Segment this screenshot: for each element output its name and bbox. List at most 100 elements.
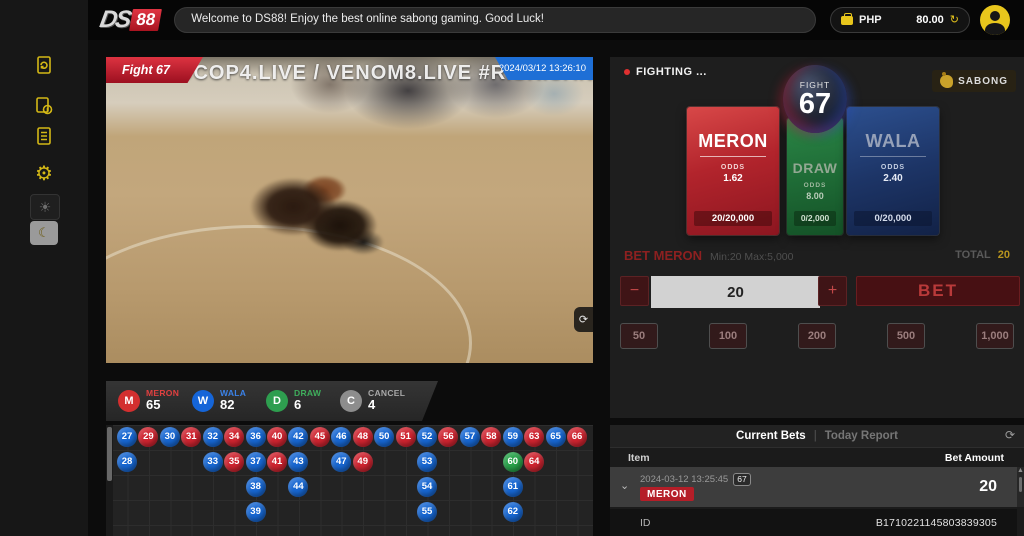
meron-count-value: 65 [146,398,179,413]
avatar-body-shape [985,23,1005,35]
results-summary: M MERON 65 W WALA 82 D DRAW 6 C CANCEL [106,381,438,421]
chevron-down-icon[interactable]: ⌄ [620,479,629,492]
grid-scrollbar-thumb[interactable] [107,427,112,481]
bet-amount-input[interactable] [651,276,820,308]
wallet-balance: 80.00 [916,14,944,26]
wallet-currency: PHP [859,14,882,26]
result-ball-33: 33 [203,452,223,472]
result-ball-58: 58 [481,427,501,447]
result-ball-39: 39 [246,502,266,522]
result-ball-59: 59 [503,427,523,447]
result-ball-38: 38 [246,477,266,497]
wala-odds-value: 2.40 [883,173,902,184]
provider-badge[interactable]: SABONG [932,70,1016,92]
announcement-marquee: Welcome to DS88! Enjoy the best online s… [174,7,816,33]
settings-icon[interactable]: ⚙ [31,160,57,186]
fight-number-medallion: FIGHT 67 [783,65,847,133]
result-ball-28: 28 [117,452,137,472]
grid-scrollbar[interactable] [106,425,113,536]
result-ball-40: 40 [267,427,287,447]
live-video-player[interactable]: UCOP4.LIVE / VENOM8.LIVE #RISKISAN Fight… [106,57,593,363]
betting-panel: FIGHTING ... SABONG FIGHT 67 MERON ODDS … [610,57,1024,418]
scroll-up-icon[interactable]: ▲ [1017,467,1024,475]
result-ball-37: 37 [246,452,266,472]
result-ball-63: 63 [524,427,544,447]
user-avatar[interactable] [980,5,1010,35]
cancel-count-value: 4 [368,398,405,413]
divider [700,156,766,157]
bet-id-value: B1710221145803839305 [876,517,997,529]
draw-pool-total: 0/2,000 [794,211,836,226]
result-ball-55: 55 [417,502,437,522]
bets-scrollbar-thumb[interactable] [1019,477,1022,492]
wala-count-value: 82 [220,398,246,413]
bet-amount-value: 20 [979,478,997,496]
avatar-head-shape [990,11,1000,21]
fighting-roosters-shape [223,161,418,265]
tab-current-bets[interactable]: Current Bets [736,430,806,442]
bet-row[interactable]: ⌄ 2024-03-12 13:25:4567 MERON 20 [610,467,1017,507]
quick-bet-50[interactable]: 50 [620,323,658,349]
cancel-count-item: C CANCEL 4 [340,389,414,414]
result-ball-44: 44 [288,477,308,497]
left-sidebar: ⚙ ☀ ☾ [0,0,88,536]
refresh-balance-icon[interactable]: ↻ [950,15,959,26]
meron-bet-card[interactable]: MERON ODDS 1.62 20/20,000 [687,107,779,235]
wala-card-title: WALA [866,131,921,152]
meron-odds-value: 1.62 [723,173,742,184]
refresh-bets-icon[interactable]: ⟳ [1005,428,1015,442]
result-ball-61: 61 [503,477,523,497]
report-icon[interactable] [31,123,57,149]
result-ball-32: 32 [203,427,223,447]
bets-table-header: Item Bet Amount [610,448,1024,467]
video-refresh-icon[interactable]: ⟳ [574,307,593,332]
top-bar: DS 88 Welcome to DS88! Enjoy the best on… [88,0,1024,40]
logo-88-text: 88 [129,9,162,31]
result-ball-51: 51 [396,427,416,447]
meron-card-title: MERON [698,131,768,152]
bet-button[interactable]: BET [856,276,1020,306]
result-ball-30: 30 [160,427,180,447]
divider [860,156,926,157]
result-ball-62: 62 [503,502,523,522]
quick-bet-1000[interactable]: 1,000 [976,323,1014,349]
bets-scrollbar[interactable]: ▲ [1017,467,1024,507]
wala-odds-label: ODDS [881,164,905,171]
quick-bet-100[interactable]: 100 [709,323,747,349]
fight-number-ribbon: Fight 67 [106,57,203,83]
result-ball-66: 66 [567,427,587,447]
bet-records-icon[interactable] [31,52,57,78]
draw-odds-label: ODDS [804,182,827,189]
result-ball-60: 60 [503,452,523,472]
fight-number: 67 [799,90,831,119]
bet-detail-row: ID B1710221145803839305 [610,509,1017,536]
fight-status: FIGHTING ... [624,66,707,78]
bet-limits-text: Min:20 Max:5,000 [710,251,793,263]
bet-side-badge: MERON [640,487,694,501]
result-ball-57: 57 [460,427,480,447]
result-ball-34: 34 [224,427,244,447]
light-theme-icon[interactable]: ☀ [30,194,60,220]
bet-total: TOTAL20 [955,249,1010,261]
meron-pool-total: 20/20,000 [694,211,772,226]
item-column-header: Item [628,452,650,464]
increase-amount-button[interactable]: + [818,276,847,306]
amount-column-header: Bet Amount [945,452,1004,464]
bet-id-label: ID [640,517,651,529]
tab-separator: | [814,430,817,442]
quick-bet-200[interactable]: 200 [798,323,836,349]
result-ball-49: 49 [353,452,373,472]
decrease-amount-button[interactable]: − [620,276,649,306]
draw-bet-card[interactable]: DRAW ODDS 8.00 0/2,000 [787,118,843,235]
tab-today-report[interactable]: Today Report [825,430,898,442]
transaction-records-icon[interactable] [31,93,57,119]
wala-pool-total: 0/20,000 [854,211,932,226]
quick-bet-500[interactable]: 500 [887,323,925,349]
wallet-button[interactable]: PHP 80.00 ↻ [830,7,970,33]
result-ball-41: 41 [267,452,287,472]
ds88-logo[interactable]: DS 88 [98,6,163,34]
dark-theme-icon[interactable]: ☾ [30,221,58,245]
meron-odds-label: ODDS [721,164,745,171]
fight-results-grid: 2728293031323334353637383940414243444546… [106,425,593,536]
wala-bet-card[interactable]: WALA ODDS 2.40 0/20,000 [847,107,939,235]
